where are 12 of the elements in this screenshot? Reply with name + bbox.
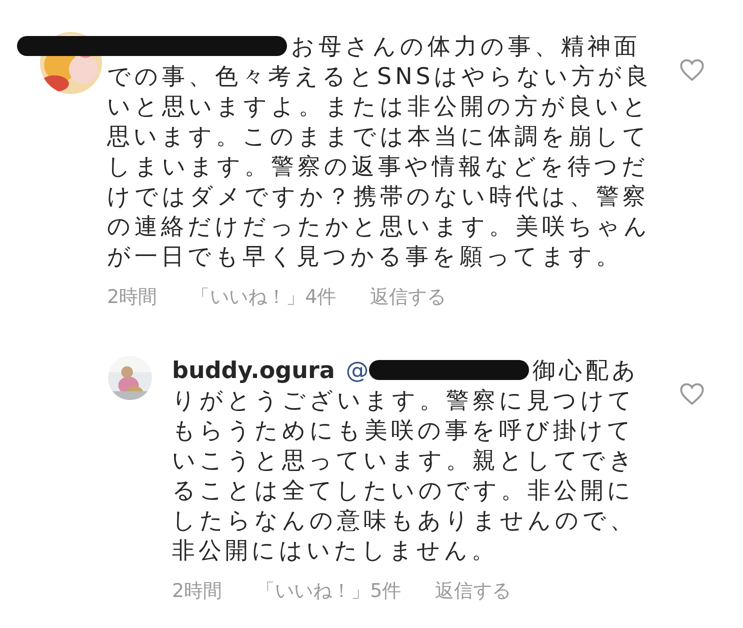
username[interactable]: buddy.ogura (172, 358, 335, 384)
comment-text: お母さんの体力の事、精神面での事、色々考えるとSNSはやらない方が良いと思いますよ。または非公開の方が良いと思います。このままでは本当に体調を崩してしまいます。警察の返事や情報などを待つだけではダメですか？携帯のない時代は、警察の連絡だけだったかと思います。美咲ちゃんが一日でも早く見つかる事を願ってます。 (107, 32, 663, 272)
heart-icon[interactable] (679, 58, 705, 82)
comment-text: buddy.ogura @ 御心配ありがとうございます。警察に見つけてもらうためにも美咲の事を呼び掛けていこうと思っています。親としてできることは全てしたいのです。非公開にしたらなんの意味もありませんので、非公開にはいたしません。 (172, 357, 640, 566)
comment-time: 2時間 (107, 285, 158, 310)
mention-link[interactable]: @ (346, 358, 369, 384)
reply-link[interactable]: 返信する (370, 284, 446, 310)
likes-link[interactable]: 「いいね！」4件 (191, 284, 336, 310)
likes-link[interactable]: 「いいね！」5件 (256, 578, 402, 604)
reply-link[interactable]: 返信する (435, 578, 512, 604)
heart-icon[interactable] (679, 382, 705, 406)
comment-time: 2時間 (172, 579, 222, 604)
